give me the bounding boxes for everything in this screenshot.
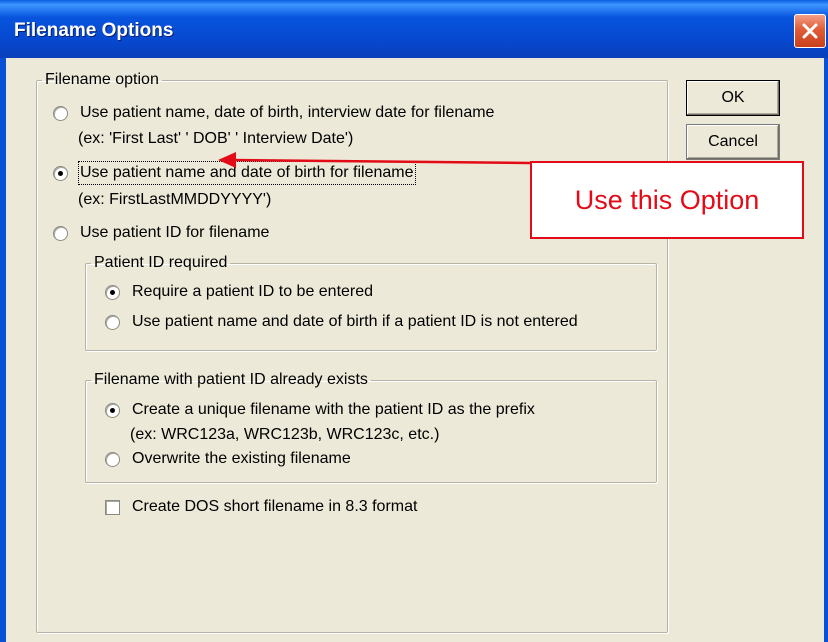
patient-id-required-legend: Patient ID required	[94, 254, 228, 271]
option-create-unique[interactable]: Create a unique filename with the patien…	[105, 400, 535, 420]
cancel-button[interactable]: Cancel	[686, 124, 780, 160]
dos-short-filename-checkbox[interactable]: Create DOS short filename in 8.3 format	[105, 497, 417, 517]
option-label: Create a unique filename with the patien…	[132, 401, 535, 418]
ok-button[interactable]: OK	[686, 80, 780, 116]
radio-button[interactable]	[105, 315, 120, 330]
option-use-name-dob-if-no-id[interactable]: Use patient name and date of birth if a …	[105, 312, 578, 332]
checkbox-label: Create DOS short filename in 8.3 format	[132, 498, 418, 515]
option-label: Use patient ID for filename	[80, 224, 270, 241]
patient-id-required-group: Patient ID required	[85, 254, 657, 351]
option-patient-id[interactable]: Use patient ID for filename	[53, 223, 269, 243]
option-name-dob[interactable]: Use patient name and date of birth for f…	[53, 161, 416, 185]
option-label: Use patient name and date of birth for f…	[78, 161, 416, 185]
filename-options-dialog: Filename Options Filename option Use pat…	[0, 0, 828, 642]
radio-button-selected[interactable]	[105, 285, 120, 300]
option-require-id[interactable]: Require a patient ID to be entered	[105, 282, 373, 302]
option-name-dob-interview[interactable]: Use patient name, date of birth, intervi…	[53, 103, 494, 123]
option-label: Overwrite the existing filename	[132, 450, 351, 467]
annotation-text: Use this Option	[574, 184, 760, 215]
filename-option-legend: Filename option	[45, 71, 159, 88]
radio-button[interactable]	[105, 452, 120, 467]
checkbox[interactable]	[105, 500, 120, 515]
radio-button[interactable]	[53, 106, 68, 121]
close-button[interactable]	[794, 14, 826, 48]
radio-button-selected[interactable]	[53, 166, 68, 181]
filename-option-group: Filename option	[36, 71, 668, 633]
radio-button[interactable]	[53, 226, 68, 241]
option-example: (ex: 'First Last' ' DOB' ' Interview Dat…	[78, 130, 354, 147]
filename-exists-legend: Filename with patient ID already exists	[94, 371, 368, 388]
annotation-callout: Use this Option	[530, 161, 804, 239]
window-frame-left	[0, 58, 6, 642]
title-bar[interactable]: Filename Options	[0, 0, 828, 58]
option-example: (ex: FirstLastMMDDYYYY')	[78, 191, 272, 208]
option-example: (ex: WRC123a, WRC123b, WRC123c, etc.)	[130, 426, 440, 443]
window-title: Filename Options	[14, 20, 174, 41]
close-icon	[802, 23, 818, 39]
option-label: Use patient name and date of birth if a …	[132, 313, 578, 330]
option-label: Require a patient ID to be entered	[132, 283, 374, 300]
option-label: Use patient name, date of birth, intervi…	[80, 104, 495, 121]
radio-button-selected[interactable]	[105, 403, 120, 418]
window-frame-right	[824, 58, 828, 642]
option-overwrite[interactable]: Overwrite the existing filename	[105, 449, 351, 469]
